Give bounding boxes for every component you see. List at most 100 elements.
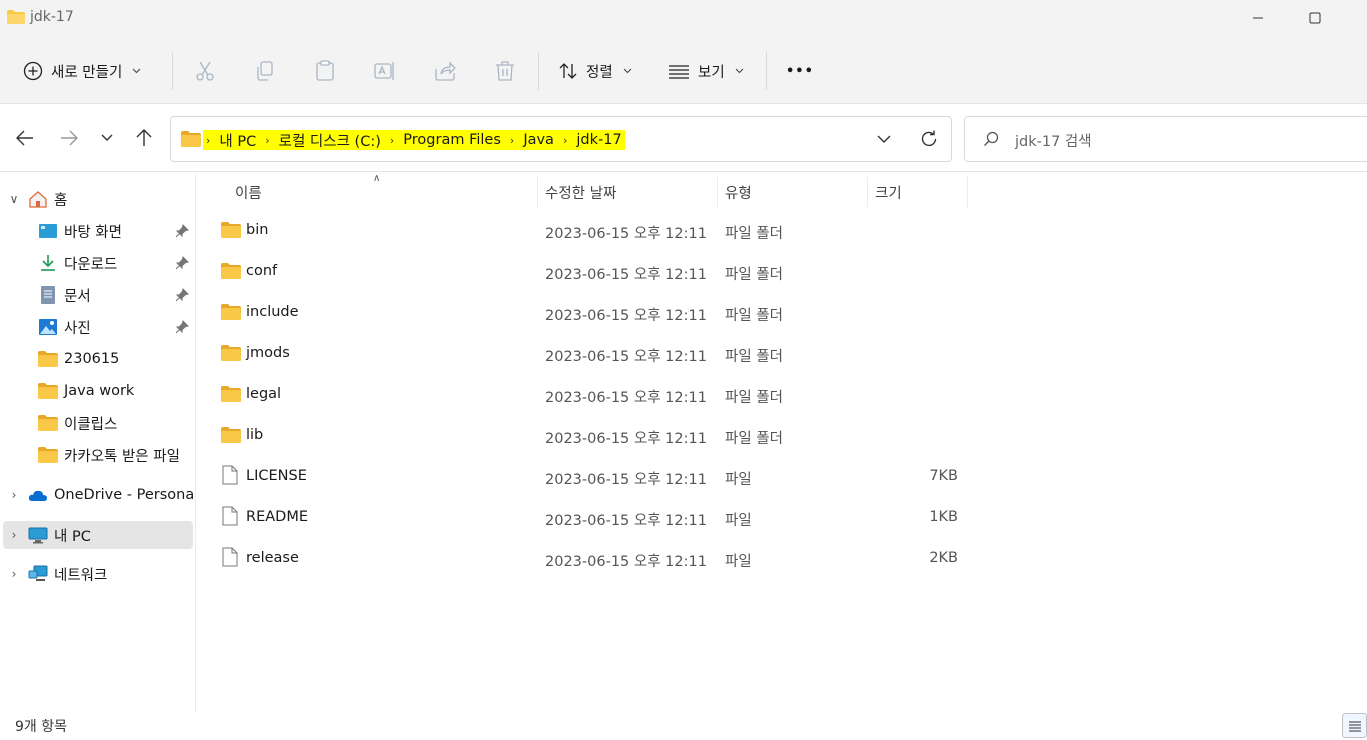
- folder-icon: [38, 415, 58, 431]
- table-row[interactable]: release 2023-06-15 오후 12:11 파일 2KB: [197, 538, 1367, 579]
- table-row[interactable]: include 2023-06-15 오후 12:11 파일 폴더: [197, 292, 1367, 333]
- sidebar-item-folder[interactable]: 230615: [0, 345, 193, 373]
- refresh-icon[interactable]: [919, 129, 939, 149]
- sidebar-item-home[interactable]: ∨ 홈: [0, 185, 193, 213]
- maximize-button[interactable]: [1305, 8, 1325, 28]
- file-modified: 2023-06-15 오후 12:11: [545, 390, 707, 406]
- folder-icon: [38, 351, 58, 367]
- search-box[interactable]: jdk-17 검색: [964, 116, 1367, 162]
- column-header-type[interactable]: 유형: [725, 177, 752, 207]
- folder-icon: [181, 131, 201, 147]
- copy-icon[interactable]: [253, 59, 277, 83]
- navigation-pane: ∨ 홈 바탕 화면 다운로드 문서 사진 230615 Java work 이클…: [0, 173, 196, 711]
- rename-icon[interactable]: [373, 59, 397, 83]
- file-type: 파일: [725, 513, 752, 529]
- column-divider[interactable]: [717, 177, 718, 207]
- sidebar-item-onedrive[interactable]: › OneDrive - Personal: [0, 481, 193, 509]
- file-name: lib: [246, 427, 264, 443]
- search-input[interactable]: jdk-17 검색: [1015, 130, 1092, 151]
- sidebar-item-documents[interactable]: 문서: [0, 281, 193, 309]
- arrow-right-icon: [61, 130, 78, 146]
- sidebar-item-network[interactable]: › 네트워크: [0, 560, 193, 588]
- sidebar-item-label: 문서: [64, 288, 91, 305]
- file-icon: [221, 547, 239, 571]
- file-type: 파일 폴더: [725, 308, 783, 324]
- chevron-right-icon[interactable]: ›: [563, 134, 567, 147]
- file-modified: 2023-06-15 오후 12:11: [545, 308, 707, 324]
- folder-icon: [221, 304, 241, 324]
- column-header-name[interactable]: 이름: [235, 177, 262, 207]
- chevron-right-icon[interactable]: ›: [265, 134, 269, 147]
- chevron-right-icon[interactable]: ›: [8, 528, 20, 542]
- sidebar-item-folder[interactable]: Java work: [0, 377, 193, 405]
- breadcrumb-item[interactable]: 로컬 디스크 (C:): [279, 130, 381, 151]
- sidebar-item-label: 바탕 화면: [64, 224, 122, 241]
- file-name: jmods: [246, 345, 290, 361]
- breadcrumb-item[interactable]: Java: [523, 132, 554, 148]
- table-row[interactable]: README 2023-06-15 오후 12:11 파일 1KB: [197, 497, 1367, 538]
- paste-icon[interactable]: [313, 59, 337, 83]
- sidebar-item-label: 이클립스: [64, 416, 118, 433]
- table-row[interactable]: jmods 2023-06-15 오후 12:11 파일 폴더: [197, 333, 1367, 374]
- sidebar-item-folder[interactable]: 카카오톡 받은 파일: [0, 441, 193, 469]
- chevron-right-icon[interactable]: ›: [8, 488, 20, 502]
- sidebar-item-this-pc[interactable]: › 내 PC: [3, 521, 193, 549]
- sidebar-item-label: 카카오톡 받은 파일: [64, 448, 180, 465]
- command-bar: 새로 만들기 정렬 보기 •••: [0, 36, 1367, 104]
- maximize-icon: [1309, 12, 1321, 24]
- chevron-down-icon[interactable]: [877, 131, 891, 147]
- column-header-modified[interactable]: 수정한 날짜: [545, 177, 616, 207]
- table-row[interactable]: conf 2023-06-15 오후 12:11 파일 폴더: [197, 251, 1367, 292]
- sort-button[interactable]: 정렬: [558, 57, 632, 85]
- sidebar-item-downloads[interactable]: 다운로드: [0, 249, 193, 277]
- table-row[interactable]: LICENSE 2023-06-15 오후 12:11 파일 7KB: [197, 456, 1367, 497]
- table-row[interactable]: legal 2023-06-15 오후 12:11 파일 폴더: [197, 374, 1367, 415]
- pin-icon: [175, 256, 189, 270]
- chevron-right-icon[interactable]: ›: [8, 567, 20, 581]
- view-button[interactable]: 보기: [668, 57, 744, 85]
- file-type: 파일 폴더: [725, 267, 783, 283]
- file-type: 파일 폴더: [725, 431, 783, 447]
- sidebar-item-desktop[interactable]: 바탕 화면: [0, 217, 193, 245]
- desktop-icon: [39, 224, 57, 238]
- up-button[interactable]: [132, 126, 156, 150]
- share-icon[interactable]: [433, 59, 457, 83]
- network-icon: [28, 565, 48, 581]
- recent-locations-button[interactable]: [95, 126, 119, 150]
- breadcrumb-item[interactable]: Program Files: [403, 132, 501, 148]
- file-type: 파일 폴더: [725, 226, 783, 242]
- chevron-right-icon[interactable]: ›: [510, 134, 514, 147]
- chevron-down-icon[interactable]: ∨: [8, 192, 20, 206]
- chevron-right-icon[interactable]: ›: [390, 134, 394, 147]
- forward-button[interactable]: [57, 126, 81, 150]
- details-view-button[interactable]: [1342, 713, 1367, 738]
- arrow-left-icon: [16, 130, 33, 146]
- delete-icon[interactable]: [493, 59, 517, 83]
- column-header-label: 유형: [725, 185, 752, 202]
- more-options-button[interactable]: •••: [786, 57, 814, 85]
- file-type: 파일: [725, 472, 752, 488]
- column-divider[interactable]: [537, 177, 538, 207]
- column-divider[interactable]: [967, 177, 968, 207]
- breadcrumb-item[interactable]: jdk-17: [576, 132, 621, 148]
- sidebar-item-folder[interactable]: 이클립스: [0, 409, 193, 437]
- cut-icon[interactable]: [193, 59, 217, 83]
- folder-icon: [221, 222, 241, 242]
- back-button[interactable]: [13, 126, 37, 150]
- sidebar-item-pictures[interactable]: 사진: [0, 313, 193, 341]
- address-bar[interactable]: › 내 PC › 로컬 디스크 (C:) › Program Files › J…: [170, 116, 952, 162]
- new-button[interactable]: 새로 만들기: [23, 57, 141, 85]
- breadcrumb-item[interactable]: 내 PC: [219, 130, 256, 151]
- folder-icon: [221, 427, 241, 447]
- list-view-icon: [669, 65, 689, 79]
- file-modified: 2023-06-15 오후 12:11: [545, 226, 707, 242]
- file-name: include: [246, 304, 299, 320]
- pictures-icon: [39, 319, 57, 335]
- table-row[interactable]: bin 2023-06-15 오후 12:11 파일 폴더: [197, 210, 1367, 251]
- minimize-button[interactable]: [1248, 8, 1268, 28]
- file-name: legal: [246, 386, 282, 402]
- title-bar: jdk-17: [0, 0, 1367, 36]
- table-row[interactable]: lib 2023-06-15 오후 12:11 파일 폴더: [197, 415, 1367, 456]
- column-divider[interactable]: [867, 177, 868, 207]
- column-header-size[interactable]: 크기: [875, 177, 902, 207]
